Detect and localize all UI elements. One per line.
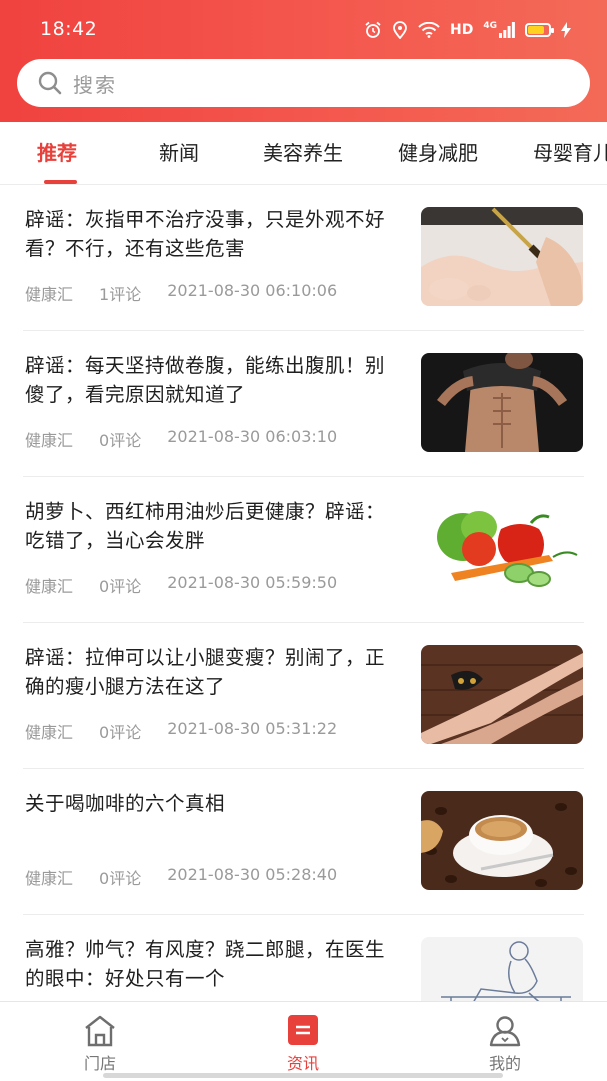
- article-feed: 辟谣：灰指甲不治疗没事，只是外观不好看？不行，还有这些危害 健康汇 1评论 20…: [0, 185, 607, 1061]
- article-item[interactable]: 辟谣：灰指甲不治疗没事，只是外观不好看？不行，还有这些危害 健康汇 1评论 20…: [23, 185, 584, 331]
- article-title: 高雅？帅气？有风度？跷二郎腿，在医生的眼中：好处只有一个: [25, 938, 386, 990]
- article-source: 健康汇: [25, 869, 74, 888]
- tab-fitness[interactable]: 健身减肥: [398, 122, 478, 184]
- article-time: 2021-08-30 05:28:40: [167, 865, 338, 884]
- article-meta: 健康汇 0评论 2021-08-30 06:03:10: [25, 427, 337, 451]
- article-comments: 0评论: [99, 723, 142, 742]
- article-source: 健康汇: [25, 285, 74, 304]
- profile-icon: [489, 1016, 521, 1047]
- category-tabs: 推荐 新闻 美容养生 健身减肥 母婴育儿: [0, 122, 607, 185]
- nav-profile-label: 我的: [488, 1054, 521, 1073]
- article-item[interactable]: 关于喝咖啡的六个真相 健康汇 0评论 2021-08-30 05:28:40: [23, 769, 584, 915]
- nav-profile[interactable]: 我的: [445, 1002, 565, 1081]
- article-meta: 健康汇 0评论 2021-08-30 05:28:40: [25, 865, 337, 889]
- search-input[interactable]: 搜索: [17, 59, 590, 107]
- tab-recommend[interactable]: 推荐: [37, 122, 77, 184]
- nav-store-label: 门店: [83, 1054, 116, 1073]
- article-time: 2021-08-30 05:31:22: [167, 719, 338, 738]
- search-placeholder: 搜索: [73, 72, 117, 97]
- article-title: 辟谣：灰指甲不治疗没事，只是外观不好看？不行，还有这些危害: [25, 208, 386, 260]
- tab-news[interactable]: 新闻: [159, 122, 199, 184]
- signal-icon: 4G: [483, 22, 515, 38]
- news-icon: [288, 1015, 318, 1045]
- article-title: 关于喝咖啡的六个真相: [25, 792, 226, 815]
- article-thumbnail: [421, 645, 583, 744]
- article-title: 胡萝卜、西红柿用油炒后更健康？辟谣：吃错了，当心会发胖: [25, 500, 386, 552]
- article-thumbnail: [421, 791, 583, 890]
- article-comments: 0评论: [99, 869, 142, 888]
- charging-icon: [561, 22, 571, 38]
- wifi-icon: [418, 22, 440, 38]
- article-thumbnail: [421, 499, 583, 598]
- article-time: 2021-08-30 06:03:10: [167, 427, 338, 446]
- status-time: 18:42: [40, 18, 98, 40]
- status-icons: HD 4G: [364, 18, 571, 42]
- article-comments: 0评论: [99, 577, 142, 596]
- article-item[interactable]: 辟谣：拉伸可以让小腿变瘦？别闹了，正确的瘦小腿方法在这了 健康汇 0评论 202…: [23, 623, 584, 769]
- article-comments: 1评论: [99, 285, 142, 304]
- article-meta: 健康汇 0评论 2021-08-30 05:59:50: [25, 573, 337, 597]
- article-thumbnail: [421, 353, 583, 452]
- article-item[interactable]: 辟谣：每天坚持做卷腹，能练出腹肌！别傻了，看完原因就知道了 健康汇 0评论 20…: [23, 331, 584, 477]
- nav-store[interactable]: 门店: [40, 1002, 160, 1081]
- home-indicator: [103, 1073, 503, 1078]
- article-source: 健康汇: [25, 577, 74, 596]
- article-item[interactable]: 胡萝卜、西红柿用油炒后更健康？辟谣：吃错了，当心会发胖 健康汇 0评论 2021…: [23, 477, 584, 623]
- tab-beauty-health[interactable]: 美容养生: [263, 122, 343, 184]
- status-bar: 18:42 HD 4G: [0, 0, 607, 58]
- bottom-nav: 门店 资讯 我的: [0, 1001, 607, 1081]
- alarm-icon: [364, 21, 382, 39]
- header: 18:42 HD 4G 搜索: [0, 0, 607, 122]
- article-time: 2021-08-30 06:10:06: [167, 281, 338, 300]
- article-title: 辟谣：拉伸可以让小腿变瘦？别闹了，正确的瘦小腿方法在这了: [25, 646, 386, 698]
- network-type-label: 4G: [483, 21, 497, 31]
- article-time: 2021-08-30 05:59:50: [167, 573, 338, 592]
- article-comments: 0评论: [99, 431, 142, 450]
- article-meta: 健康汇 0评论 2021-08-30 05:31:22: [25, 719, 337, 743]
- article-source: 健康汇: [25, 431, 74, 450]
- nav-news-label: 资讯: [286, 1054, 319, 1073]
- location-icon: [392, 21, 408, 39]
- active-tab-indicator: [44, 180, 77, 184]
- battery-icon: [525, 23, 554, 37]
- article-meta: 健康汇 1评论 2021-08-30 06:10:06: [25, 281, 337, 305]
- hd-icon: HD: [450, 22, 474, 38]
- article-title: 辟谣：每天坚持做卷腹，能练出腹肌！别傻了，看完原因就知道了: [25, 354, 386, 406]
- search-icon: [38, 71, 62, 95]
- article-source: 健康汇: [25, 723, 74, 742]
- nav-news[interactable]: 资讯: [243, 1002, 363, 1081]
- article-thumbnail: [421, 207, 583, 306]
- store-icon: [85, 1015, 115, 1047]
- tab-maternal-infant[interactable]: 母婴育儿: [533, 122, 607, 184]
